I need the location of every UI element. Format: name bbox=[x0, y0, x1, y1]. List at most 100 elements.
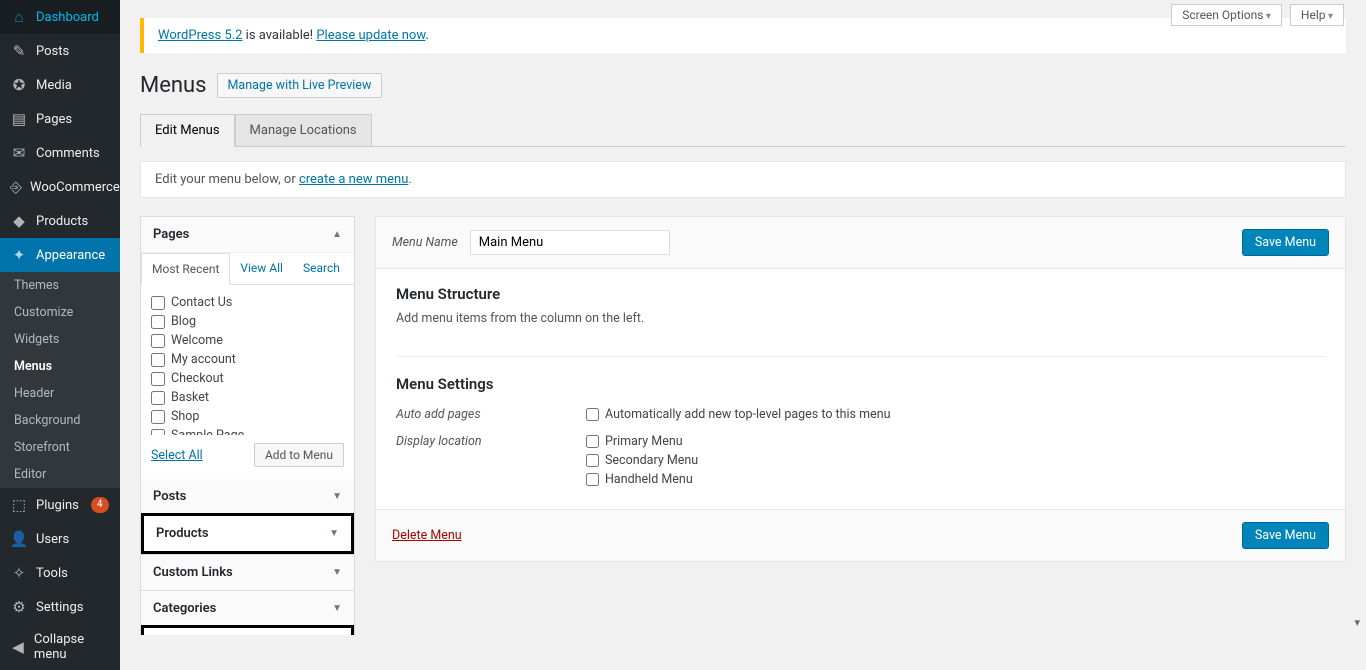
dashboard-icon: ⌂ bbox=[10, 8, 28, 26]
page-label: Welcome bbox=[171, 333, 223, 348]
appearance-icon: ✦ bbox=[10, 246, 28, 264]
page-checkbox[interactable] bbox=[151, 296, 165, 310]
pages-checklist[interactable]: Contact Us Blog Welcome My accountCheckoutB… bbox=[141, 285, 354, 435]
select-all-link[interactable]: Select All bbox=[151, 448, 203, 463]
setting-option[interactable]: Primary Menu bbox=[586, 434, 698, 449]
sidebar-sub-widgets[interactable]: Widgets bbox=[0, 326, 120, 353]
menu-editor: Menu Name Save Menu Menu Structure Add m… bbox=[375, 216, 1346, 562]
menu-items-column: Pages ▲ Most RecentView AllSearch Contac… bbox=[140, 216, 355, 635]
sidebar-sub-themes[interactable]: Themes bbox=[0, 272, 120, 299]
page-checkbox[interactable] bbox=[151, 334, 165, 348]
update-now-link[interactable]: Please update now bbox=[316, 28, 425, 43]
pages-tab-view-all[interactable]: View All bbox=[230, 253, 293, 284]
page-checkbox[interactable] bbox=[151, 391, 165, 405]
caret-down-icon: ▼ bbox=[332, 567, 342, 578]
sidebar-item-pages[interactable]: ▤Pages bbox=[0, 102, 120, 136]
page-item-sample-page[interactable]: Sample Page bbox=[151, 426, 344, 435]
setting-option-label: Handheld Menu bbox=[605, 472, 693, 487]
sidebar-item-products[interactable]: ◆Products bbox=[0, 204, 120, 238]
page-item-checkout[interactable]: Checkout bbox=[151, 369, 344, 388]
page-checkbox[interactable] bbox=[151, 410, 165, 424]
help-button[interactable]: Help bbox=[1290, 4, 1344, 26]
page-checkbox[interactable] bbox=[151, 315, 165, 329]
setting-option[interactable]: Handheld Menu bbox=[586, 472, 698, 487]
menu-name-label: Menu Name bbox=[392, 235, 458, 250]
accordion-title: Posts bbox=[153, 489, 186, 504]
collapse-menu-icon: ◀ bbox=[10, 638, 26, 656]
live-preview-button[interactable]: Manage with Live Preview bbox=[217, 73, 383, 98]
page-checkbox[interactable] bbox=[151, 372, 165, 386]
page-checkbox[interactable] bbox=[151, 429, 165, 436]
setting-checkbox[interactable] bbox=[586, 408, 599, 421]
sidebar-item-label: Comments bbox=[36, 146, 100, 161]
delete-menu-link[interactable]: Delete Menu bbox=[392, 528, 462, 543]
setting-checkbox[interactable] bbox=[586, 473, 599, 486]
sidebar-item-label: Media bbox=[36, 78, 72, 93]
woocommerce-icon: ⎆ bbox=[10, 178, 22, 196]
sidebar-sub-storefront[interactable]: Storefront bbox=[0, 434, 120, 461]
main-content: Screen Options Help WordPress 5.2 is ava… bbox=[120, 0, 1366, 635]
plugins-icon: ⬚ bbox=[10, 496, 28, 514]
setting-option[interactable]: Automatically add new top-level pages to… bbox=[586, 407, 891, 422]
page-checkbox[interactable] bbox=[151, 353, 165, 367]
accordion-products[interactable]: Products▼ bbox=[144, 516, 351, 551]
accordion-categories[interactable]: Categories▼ bbox=[141, 590, 354, 626]
screen-options-button[interactable]: Screen Options bbox=[1171, 4, 1282, 26]
caret-down-icon: ▼ bbox=[329, 528, 339, 539]
sidebar-item-plugins[interactable]: ⬚Plugins4 bbox=[0, 488, 120, 522]
tab-manage-locations[interactable]: Manage Locations bbox=[235, 114, 372, 146]
sidebar-item-dashboard[interactable]: ⌂ Dashboard bbox=[0, 0, 120, 34]
setting-auto-add-pages: Auto add pagesAutomatically add new top-… bbox=[396, 401, 1325, 428]
sidebar-sub-header[interactable]: Header bbox=[0, 380, 120, 407]
page-item-shop[interactable]: Shop bbox=[151, 407, 344, 426]
page-item-basket[interactable]: Basket bbox=[151, 388, 344, 407]
save-menu-button-top[interactable]: Save Menu bbox=[1242, 229, 1329, 256]
accordion-custom-links[interactable]: Custom Links▼ bbox=[141, 554, 354, 590]
sidebar-item-users[interactable]: 👤Users bbox=[0, 522, 120, 556]
create-menu-link[interactable]: create a new menu bbox=[299, 172, 408, 187]
add-to-menu-button[interactable]: Add to Menu bbox=[254, 443, 344, 467]
wp-version-link[interactable]: WordPress 5.2 bbox=[158, 28, 242, 43]
pages-accordion-head[interactable]: Pages ▲ bbox=[141, 217, 354, 252]
sidebar-item-woocommerce[interactable]: ⎆WooCommerce bbox=[0, 170, 120, 204]
notice-text: is available! bbox=[242, 28, 316, 43]
page-label: Contact Us bbox=[171, 295, 232, 310]
plugins-update-badge: 4 bbox=[91, 497, 109, 513]
sidebar-item-posts[interactable]: ✎Posts bbox=[0, 34, 120, 68]
page-item-blog[interactable]: Blog bbox=[151, 312, 344, 331]
sidebar-sub-customize[interactable]: Customize bbox=[0, 299, 120, 326]
page-item-welcome[interactable]: Welcome bbox=[151, 331, 344, 350]
sidebar-sub-background[interactable]: Background bbox=[0, 407, 120, 434]
caret-up-icon: ▲ bbox=[332, 229, 342, 240]
users-icon: 👤 bbox=[10, 530, 28, 548]
setting-option-label: Secondary Menu bbox=[605, 453, 698, 468]
sidebar-sub-menus[interactable]: Menus bbox=[0, 353, 120, 380]
setting-display-location: Display locationPrimary Menu Secondary Me… bbox=[396, 428, 1325, 493]
sidebar-sub-editor[interactable]: Editor bbox=[0, 461, 120, 488]
setting-checkbox[interactable] bbox=[586, 454, 599, 467]
update-notice: WordPress 5.2 is available! Please updat… bbox=[140, 18, 1346, 53]
pages-tab-search[interactable]: Search bbox=[293, 253, 350, 284]
pages-tab-most-recent[interactable]: Most Recent bbox=[141, 253, 230, 285]
products-icon: ◆ bbox=[10, 212, 28, 230]
sidebar-item-media[interactable]: ✪ Media bbox=[0, 68, 120, 102]
sidebar-item-label: Dashboard bbox=[36, 10, 99, 25]
save-menu-button-bottom[interactable]: Save Menu bbox=[1242, 522, 1329, 549]
sidebar-item-appearance[interactable]: ✦Appearance bbox=[0, 238, 120, 272]
sidebar-item-comments[interactable]: ✉Comments bbox=[0, 136, 120, 170]
page-title: Menus bbox=[140, 73, 207, 98]
sidebar-item-tools[interactable]: ✧Tools bbox=[0, 556, 120, 590]
setting-checkbox[interactable] bbox=[586, 435, 599, 448]
accordion-posts[interactable]: Posts▼ bbox=[141, 479, 354, 514]
media-icon: ✪ bbox=[10, 76, 28, 94]
sidebar-item-collapse-menu[interactable]: ◀Collapse menu bbox=[0, 624, 120, 670]
sidebar-item-label: Posts bbox=[36, 44, 69, 59]
setting-option[interactable]: Secondary Menu bbox=[586, 453, 698, 468]
tab-edit-menus[interactable]: Edit Menus bbox=[140, 114, 235, 147]
accordion-product-categories[interactable]: Product categories▼ bbox=[144, 628, 351, 635]
page-item-my-account[interactable]: My account bbox=[151, 350, 344, 369]
page-item-contact-us[interactable]: Contact Us bbox=[151, 293, 344, 312]
menu-name-input[interactable] bbox=[470, 230, 670, 255]
setting-label: Display location bbox=[396, 434, 586, 487]
sidebar-item-settings[interactable]: ⚙Settings bbox=[0, 590, 120, 624]
